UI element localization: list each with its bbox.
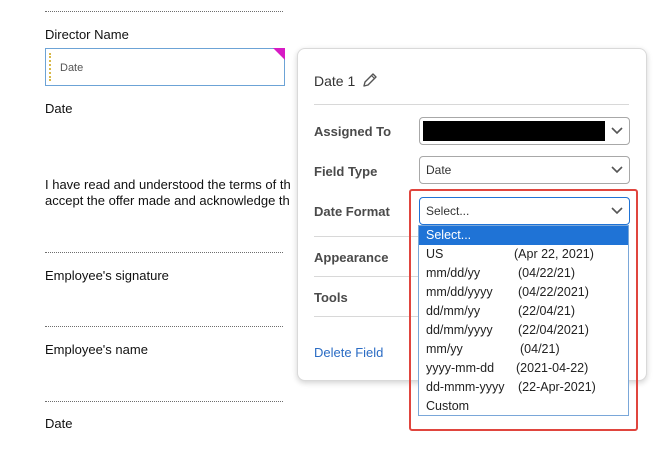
date-label-bottom: Date: [45, 416, 73, 431]
field-type-value: Date: [426, 163, 452, 177]
assigned-to-label: Assigned To: [314, 124, 392, 139]
divider: [45, 401, 283, 402]
terms-text-line-1: I have read and understood the terms of …: [45, 177, 291, 192]
divider: [45, 11, 283, 12]
divider: [45, 326, 283, 327]
date-label: Date: [45, 101, 73, 116]
director-name-label: Director Name: [45, 27, 129, 42]
field-selected-marker: [273, 48, 285, 60]
redacted-value: [423, 121, 605, 141]
delete-field-link[interactable]: Delete Field: [314, 345, 383, 360]
date-field[interactable]: Date: [45, 48, 285, 86]
field-handle[interactable]: [49, 53, 51, 81]
tools-section[interactable]: Tools: [314, 290, 348, 305]
appearance-section[interactable]: Appearance: [314, 250, 388, 265]
divider: [45, 252, 283, 253]
field-type-select[interactable]: Date: [419, 156, 630, 184]
employee-name-label: Employee's name: [45, 342, 148, 357]
employee-signature-label: Employee's signature: [45, 268, 169, 283]
chevron-down-icon: [611, 127, 623, 135]
field-title: Date 1: [314, 73, 356, 89]
divider: [314, 104, 629, 105]
terms-text-line-2: accept the offer made and acknowledge th: [45, 193, 290, 208]
field-type-label: Field Type: [314, 164, 378, 179]
date-field-placeholder: Date: [60, 62, 84, 74]
assigned-to-select[interactable]: [419, 117, 630, 145]
date-format-label: Date Format: [314, 204, 390, 219]
pencil-icon[interactable]: [361, 71, 379, 89]
highlight-box: [409, 189, 638, 431]
chevron-down-icon: [611, 166, 623, 174]
